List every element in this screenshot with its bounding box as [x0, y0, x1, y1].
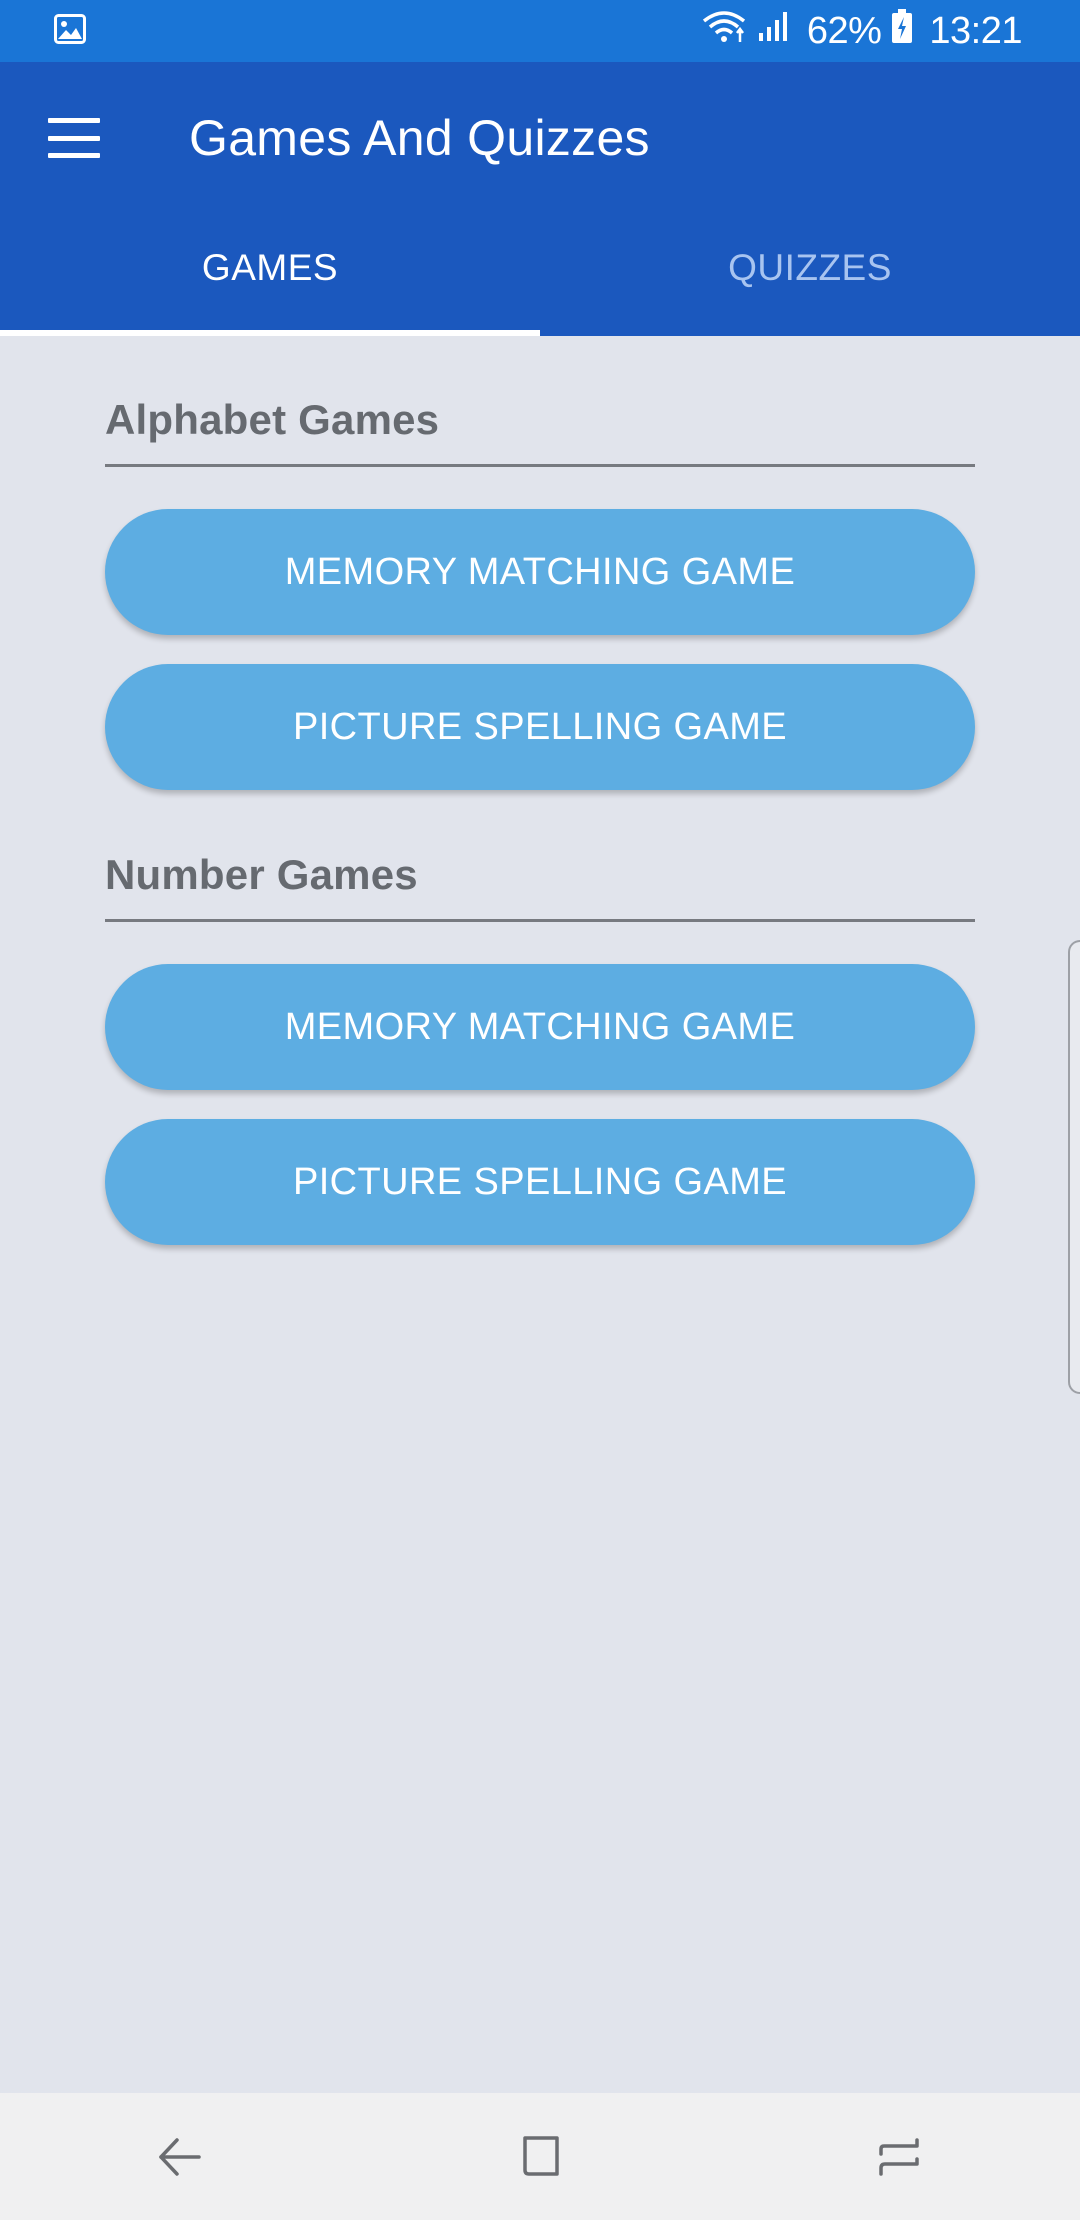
- section-title: Alphabet Games: [105, 396, 975, 467]
- section-alphabet-games: Alphabet Games MEMORY MATCHING GAME PICT…: [105, 396, 975, 790]
- section-title: Number Games: [105, 851, 975, 922]
- wifi-icon: [701, 9, 747, 53]
- hamburger-menu-icon[interactable]: [48, 118, 100, 158]
- home-icon[interactable]: [500, 2117, 580, 2197]
- signal-icon: [757, 9, 791, 53]
- status-right: 62% 13:21: [701, 8, 1022, 54]
- alphabet-picture-spelling-button[interactable]: PICTURE SPELLING GAME: [105, 664, 975, 790]
- back-icon[interactable]: [140, 2117, 220, 2197]
- navigation-bar: [0, 2093, 1080, 2220]
- recents-icon[interactable]: [860, 2117, 940, 2197]
- clock: 13:21: [929, 9, 1022, 52]
- tab-quizzes[interactable]: QUIZZES: [540, 214, 1080, 336]
- number-picture-spelling-button[interactable]: PICTURE SPELLING GAME: [105, 1119, 975, 1245]
- app-bar: Games And Quizzes GAMES QUIZZES: [0, 62, 1080, 336]
- status-left: [54, 13, 86, 49]
- tab-bar: GAMES QUIZZES: [0, 214, 1080, 336]
- number-memory-matching-button[interactable]: MEMORY MATCHING GAME: [105, 964, 975, 1090]
- page-title: Games And Quizzes: [189, 110, 650, 166]
- toolbar: Games And Quizzes: [0, 62, 1080, 214]
- section-number-games: Number Games MEMORY MATCHING GAME PICTUR…: [105, 851, 975, 1245]
- battery-charging-icon: [891, 8, 913, 54]
- image-notification-icon: [54, 13, 86, 49]
- status-bar: 62% 13:21: [0, 0, 1080, 62]
- games-content: Alphabet Games MEMORY MATCHING GAME PICT…: [0, 336, 1080, 2093]
- tab-games[interactable]: GAMES: [0, 214, 540, 336]
- alphabet-memory-matching-button[interactable]: MEMORY MATCHING GAME: [105, 509, 975, 635]
- battery-percent: 62%: [806, 9, 882, 52]
- edge-panel-handle[interactable]: [1068, 940, 1080, 1394]
